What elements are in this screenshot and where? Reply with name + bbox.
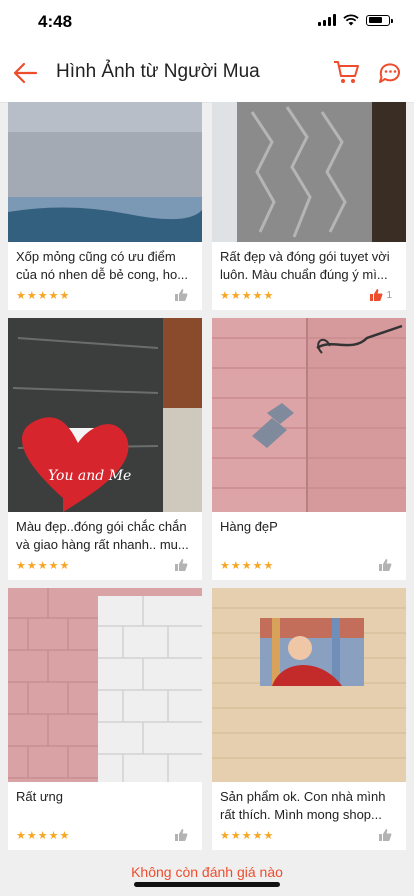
rating-stars: ★ ★ ★ ★ ★: [16, 560, 69, 572]
star-icon: ★: [59, 830, 70, 842]
star-icon: ★: [220, 560, 230, 572]
rating-stars: ★ ★ ★ ★ ★: [220, 830, 273, 842]
star-icon: ★: [16, 830, 26, 842]
review-card[interactable]: Rất đẹp và đóng gói tuyet vời luôn. Màu …: [212, 102, 406, 310]
status-icons: [318, 14, 393, 26]
star-icon: ★: [59, 290, 70, 302]
status-time: 4:48: [38, 12, 73, 31]
back-arrow-icon[interactable]: [12, 60, 38, 86]
battery-icon: [366, 14, 393, 26]
star-icon: ★: [59, 560, 70, 572]
home-indicator: [134, 882, 280, 887]
star-icon: ★: [263, 290, 274, 302]
sticker-text: You and Me: [48, 468, 131, 484]
star-icon: ★: [230, 830, 241, 842]
review-card[interactable]: You and Me Màu đẹp..đóng gói chắc chắn v…: [8, 318, 202, 580]
app-header: Hình Ảnh từ Người Mua: [0, 44, 414, 102]
like-count: 1: [386, 289, 392, 301]
thumbs-up-icon: [175, 289, 188, 301]
rating-stars: ★ ★ ★ ★ ★: [220, 290, 273, 302]
review-card[interactable]: Rất ưng ★ ★ ★ ★ ★: [8, 588, 202, 850]
like-button[interactable]: [378, 558, 392, 572]
star-icon: ★: [252, 560, 263, 572]
review-card[interactable]: Sản phẩm ok. Con nhà mình rất thích. Mìn…: [212, 588, 406, 850]
star-icon: ★: [241, 290, 252, 302]
like-button[interactable]: [378, 828, 392, 842]
star-icon: ★: [252, 290, 263, 302]
star-icon: ★: [16, 560, 26, 572]
star-icon: ★: [48, 290, 59, 302]
review-photo[interactable]: [212, 102, 406, 242]
star-icon: ★: [26, 560, 37, 572]
wifi-icon: [343, 14, 359, 26]
star-icon: ★: [263, 830, 274, 842]
page-title: Hình Ảnh từ Người Mua: [56, 61, 260, 82]
thumbs-up-icon: [379, 559, 392, 571]
review-caption: Hàng đẹP: [220, 519, 278, 534]
star-icon: ★: [48, 830, 59, 842]
review-photo[interactable]: [8, 588, 202, 782]
star-icon: ★: [16, 290, 26, 302]
thumbs-up-icon: [175, 829, 188, 841]
star-icon: ★: [230, 290, 241, 302]
star-icon: ★: [220, 830, 230, 842]
star-icon: ★: [241, 560, 252, 572]
star-icon: ★: [37, 560, 48, 572]
review-caption: Rất đẹp và đóng gói tuyet vời luôn. Màu …: [220, 249, 390, 282]
review-photo[interactable]: [212, 318, 406, 512]
signal-icon: [318, 14, 336, 26]
star-icon: ★: [263, 560, 274, 572]
review-caption: Xốp mỏng cũng có ưu điểm của nó nhen dễ …: [16, 249, 189, 282]
review-card[interactable]: Xốp mỏng cũng có ưu điểm của nó nhen dễ …: [8, 102, 202, 310]
cart-icon[interactable]: [332, 58, 360, 86]
star-icon: ★: [230, 560, 241, 572]
star-icon: ★: [252, 830, 263, 842]
no-more-reviews-text: Không còn đánh giá nào: [131, 864, 283, 880]
review-photo[interactable]: You and Me: [8, 318, 202, 512]
star-icon: ★: [220, 290, 230, 302]
like-button[interactable]: [174, 828, 188, 842]
star-icon: ★: [26, 830, 37, 842]
review-caption: Màu đẹp..đóng gói chắc chắn và giao hàng…: [16, 519, 189, 552]
review-photo[interactable]: [8, 102, 202, 242]
star-icon: ★: [26, 290, 37, 302]
rating-stars: ★ ★ ★ ★ ★: [220, 560, 273, 572]
review-caption: Sản phẩm ok. Con nhà mình rất thích. Mìn…: [220, 789, 386, 822]
thumbs-up-icon: [175, 559, 188, 571]
review-caption: Rất ưng: [16, 789, 64, 804]
like-button[interactable]: [174, 288, 188, 302]
like-button[interactable]: 1: [369, 288, 392, 302]
star-icon: ★: [37, 830, 48, 842]
star-icon: ★: [37, 290, 48, 302]
thumbs-up-icon: [370, 289, 383, 301]
rating-stars: ★ ★ ★ ★ ★: [16, 290, 69, 302]
like-button[interactable]: [174, 558, 188, 572]
status-bar: 4:48: [0, 0, 414, 44]
chat-icon[interactable]: [376, 58, 404, 86]
star-icon: ★: [241, 830, 252, 842]
review-photo[interactable]: [212, 588, 406, 782]
thumbs-up-icon: [379, 829, 392, 841]
star-icon: ★: [48, 560, 59, 572]
review-card[interactable]: Hàng đẹP ★ ★ ★ ★ ★: [212, 318, 406, 580]
rating-stars: ★ ★ ★ ★ ★: [16, 830, 69, 842]
